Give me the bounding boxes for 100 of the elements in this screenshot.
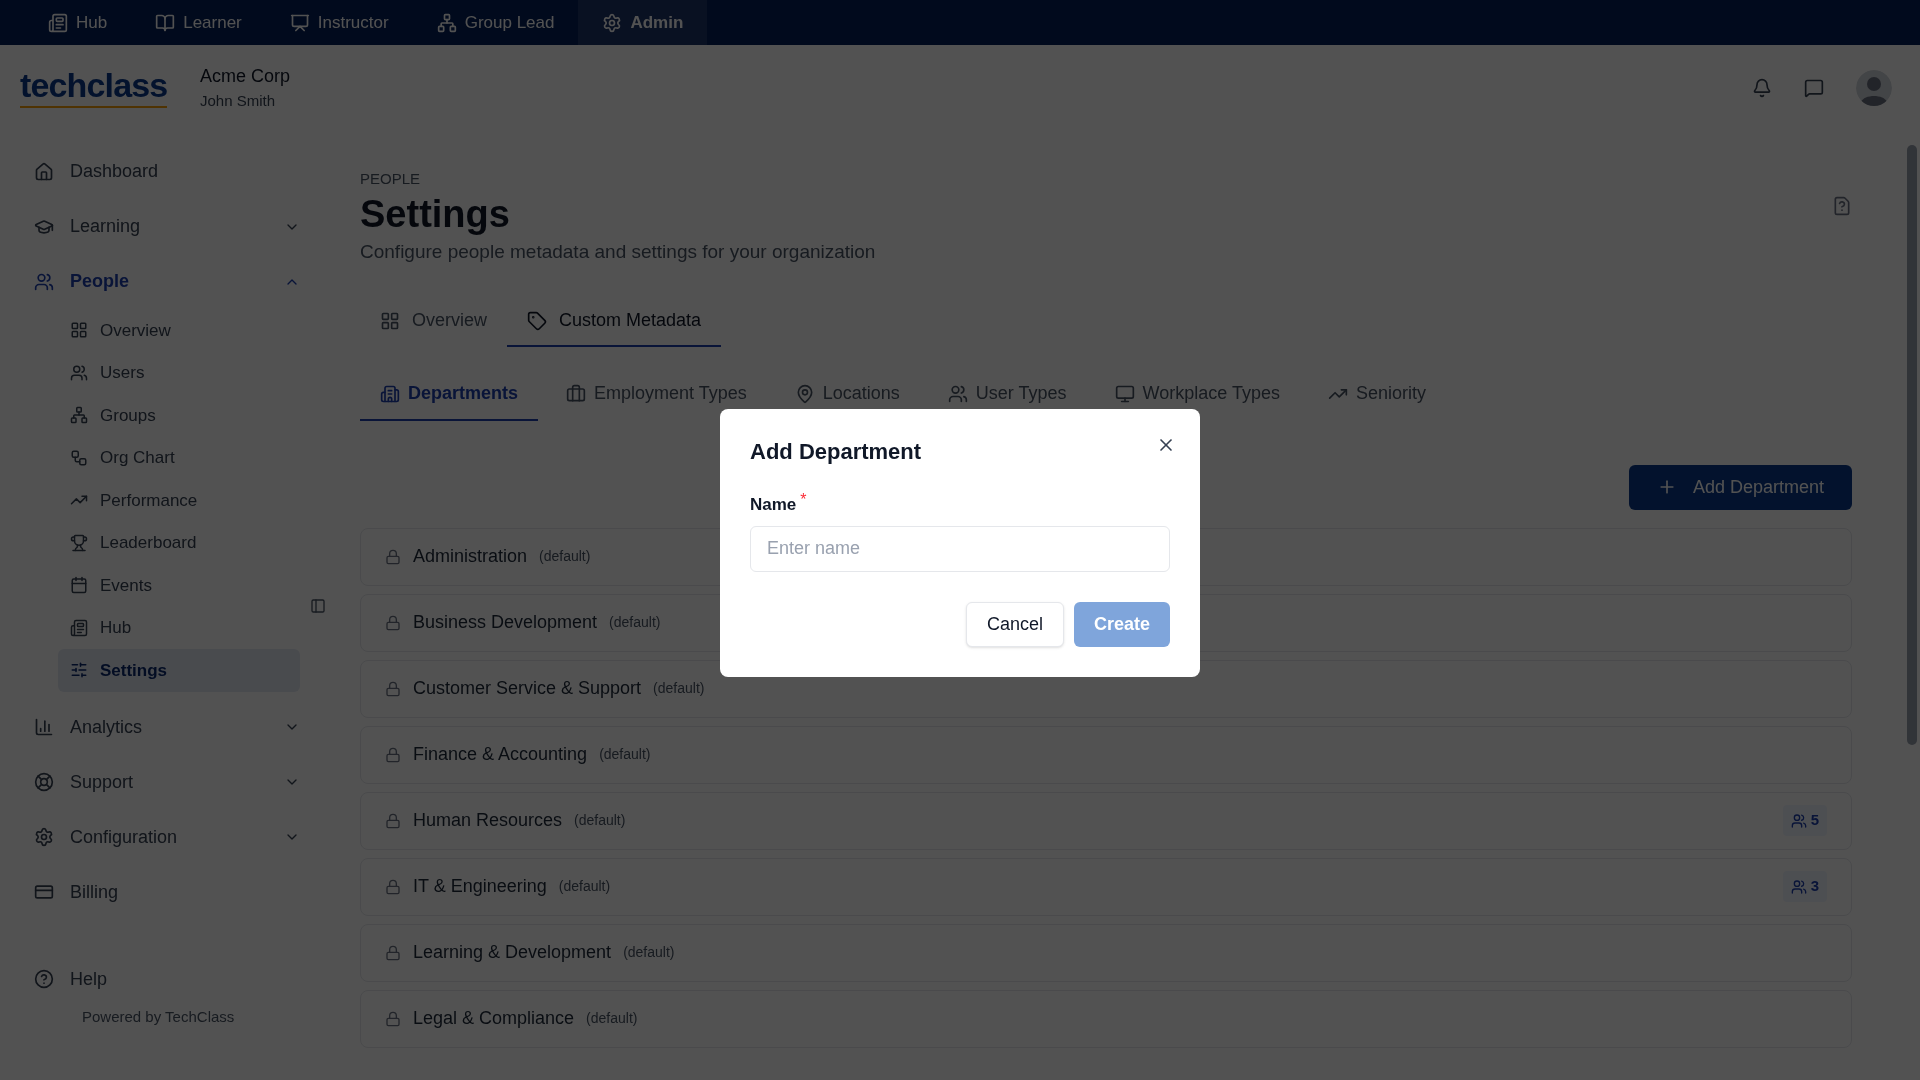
sidebar-subitem[interactable]: Org Chart bbox=[58, 436, 300, 479]
grid-icon bbox=[70, 321, 88, 340]
sidebar-subitem[interactable]: Events bbox=[58, 564, 300, 607]
sidebar-item[interactable]: Billing bbox=[34, 864, 300, 920]
top-nav-tab[interactable]: Hub bbox=[24, 0, 132, 45]
top-nav-tab[interactable]: Group Lead bbox=[412, 0, 579, 45]
page-title: Settings bbox=[360, 191, 511, 237]
sidebar-subitem[interactable]: Leaderboard bbox=[58, 521, 300, 564]
dialog-title: Add Department bbox=[750, 438, 922, 466]
default-tag: (default) bbox=[574, 810, 626, 831]
default-tag: (default) bbox=[653, 678, 705, 699]
sidebar-item[interactable]: Support bbox=[34, 754, 300, 810]
trophy-icon bbox=[70, 533, 88, 552]
department-name: Finance & Accounting bbox=[413, 743, 588, 766]
department-row[interactable]: IT & Engineering (default) 3 bbox=[360, 857, 1852, 916]
help-document-icon[interactable] bbox=[1832, 196, 1852, 216]
sidebar-subitem[interactable]: Hub bbox=[58, 606, 300, 649]
user-name: John Smith bbox=[200, 90, 277, 111]
department-row[interactable]: Human Resources (default) 5 bbox=[360, 791, 1852, 850]
subtab[interactable]: Workplace Types bbox=[1094, 368, 1300, 421]
member-count-badge: 3 bbox=[1782, 871, 1827, 902]
credit-card-icon bbox=[34, 882, 54, 902]
subtab[interactable]: Locations bbox=[774, 368, 920, 421]
monitor-icon bbox=[1114, 383, 1135, 404]
sidebar-item[interactable]: Dashboard bbox=[34, 144, 300, 199]
sidebar-item[interactable]: Configuration bbox=[34, 809, 300, 865]
lifebuoy-icon bbox=[34, 772, 54, 792]
tab[interactable]: Custom Metadata bbox=[507, 296, 722, 347]
lock-icon bbox=[385, 944, 401, 961]
hierarchy-icon bbox=[70, 406, 88, 425]
users-icon bbox=[34, 271, 54, 292]
default-tag: (default) bbox=[586, 1008, 638, 1029]
tab[interactable]: Overview bbox=[360, 296, 507, 347]
users-icon bbox=[947, 383, 968, 404]
add-department-button[interactable]: Add Department bbox=[1628, 464, 1852, 510]
sidebar-subitem[interactable]: Performance bbox=[58, 479, 300, 522]
powered-by-text: Powered by TechClass bbox=[81, 1006, 236, 1027]
sliders-icon bbox=[70, 661, 88, 680]
book-icon bbox=[155, 12, 176, 33]
lock-icon bbox=[385, 878, 401, 895]
department-name: Administration bbox=[413, 545, 528, 568]
sidebar-item[interactable]: Learning bbox=[34, 199, 300, 254]
top-nav-tab[interactable]: Instructor bbox=[265, 0, 413, 45]
avatar[interactable] bbox=[1856, 69, 1892, 106]
lock-icon bbox=[385, 614, 401, 631]
department-row[interactable]: Learning & Development (default) bbox=[360, 923, 1852, 982]
department-name: Customer Service & Support bbox=[413, 677, 642, 700]
users-icon bbox=[70, 363, 88, 382]
department-name: Legal & Compliance bbox=[413, 1007, 575, 1030]
department-row[interactable]: Legal & Compliance (default) bbox=[360, 989, 1852, 1048]
sidebar-subitem[interactable]: Settings bbox=[58, 649, 300, 692]
department-name: Learning & Development bbox=[413, 941, 612, 964]
sidebar-item[interactable]: Analytics bbox=[34, 699, 300, 755]
newspaper-icon bbox=[48, 12, 68, 33]
top-nav-tab[interactable]: Learner bbox=[131, 0, 266, 45]
calendar-icon bbox=[70, 576, 88, 595]
department-row[interactable]: Finance & Accounting (default) bbox=[360, 725, 1852, 784]
collapse-sidebar-icon[interactable] bbox=[310, 598, 326, 614]
users-icon bbox=[1790, 878, 1807, 895]
department-name: IT & Engineering bbox=[413, 875, 547, 898]
workflow-icon bbox=[70, 448, 88, 467]
subtab[interactable]: Departments bbox=[360, 368, 539, 421]
cancel-button[interactable]: Cancel bbox=[965, 601, 1064, 647]
default-tag: (default) bbox=[623, 942, 675, 963]
chat-icon[interactable] bbox=[1804, 77, 1824, 98]
hierarchy-icon bbox=[436, 12, 457, 33]
scrollbar[interactable] bbox=[1907, 145, 1917, 745]
page-subtitle: Configure people metadata and settings for your organization bbox=[360, 240, 877, 264]
newspaper-icon bbox=[70, 618, 88, 637]
subtab[interactable]: Employment Types bbox=[546, 368, 767, 421]
help-icon bbox=[34, 969, 54, 989]
subtab[interactable]: User Types bbox=[927, 368, 1087, 421]
gear-icon bbox=[602, 12, 623, 33]
sidebar-subitem[interactable]: Users bbox=[58, 351, 300, 394]
lock-icon bbox=[385, 1010, 401, 1027]
lock-icon bbox=[385, 812, 401, 829]
gear-icon bbox=[34, 827, 54, 847]
department-name: Business Development bbox=[413, 611, 598, 634]
sidebar-item[interactable]: People bbox=[34, 254, 300, 309]
bar-chart-icon bbox=[34, 717, 54, 737]
subtab[interactable]: Seniority bbox=[1307, 368, 1446, 421]
lock-icon bbox=[385, 548, 401, 565]
sidebar-subitem[interactable]: Overview bbox=[58, 309, 300, 352]
sidebar-subitem[interactable]: Groups bbox=[58, 394, 300, 437]
briefcase-icon bbox=[566, 383, 587, 404]
member-count-badge: 5 bbox=[1782, 805, 1827, 836]
default-tag: (default) bbox=[599, 744, 651, 765]
required-mark: * bbox=[800, 492, 807, 508]
help-link[interactable]: Help bbox=[34, 956, 300, 1002]
default-tag: (default) bbox=[539, 546, 591, 567]
name-field[interactable]: Enter name bbox=[750, 525, 1170, 572]
users-icon bbox=[1790, 812, 1807, 829]
home-icon bbox=[34, 161, 54, 182]
breadcrumb: PEOPLE bbox=[360, 169, 422, 189]
default-tag: (default) bbox=[558, 876, 611, 897]
field-label: Name bbox=[750, 494, 797, 516]
bell-icon[interactable] bbox=[1752, 77, 1772, 98]
tag-icon bbox=[527, 310, 547, 331]
default-tag: (default) bbox=[609, 612, 661, 633]
logo: techclass bbox=[20, 67, 168, 108]
